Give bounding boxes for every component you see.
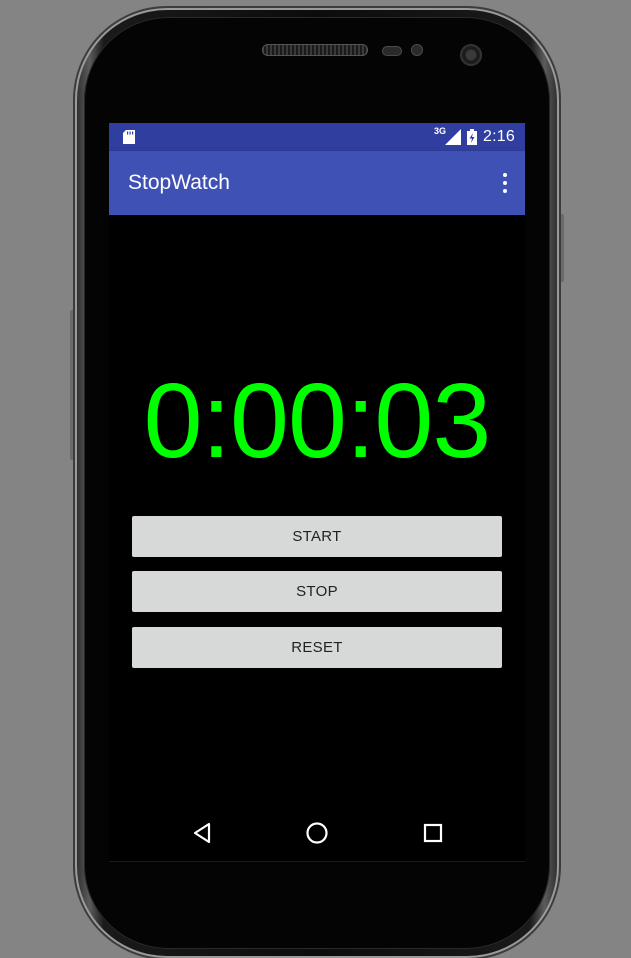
overflow-menu-icon[interactable] (499, 171, 511, 195)
overflow-dot (503, 181, 507, 185)
home-button[interactable] (302, 818, 332, 848)
light-sensor (411, 44, 423, 56)
home-icon (306, 822, 328, 844)
earpiece-speaker (262, 44, 368, 56)
navigation-bar (109, 806, 525, 860)
back-button[interactable] (187, 818, 217, 848)
device-screen: 3G 2:16 StopWatch 0:00:03 START STOP RES… (109, 123, 525, 862)
recents-button[interactable] (418, 818, 448, 848)
stop-button[interactable]: STOP (132, 571, 502, 612)
signal-icon (445, 129, 462, 145)
back-icon (193, 822, 211, 844)
reset-button[interactable]: RESET (132, 627, 502, 668)
battery-icon (467, 129, 478, 145)
stopwatch-display: 0:00:03 (143, 362, 492, 480)
status-bar: 3G 2:16 (109, 123, 525, 151)
proximity-sensor (382, 46, 402, 56)
app-title: StopWatch (128, 171, 230, 194)
start-button[interactable]: START (132, 516, 502, 557)
app-toolbar: StopWatch (109, 151, 525, 215)
overflow-dot (503, 173, 507, 177)
sd-card-icon (123, 130, 135, 144)
recents-icon (423, 823, 443, 843)
front-camera (460, 44, 482, 66)
overflow-dot (503, 189, 507, 193)
status-icons: 2:16 (445, 123, 515, 151)
status-clock: 2:16 (483, 128, 515, 145)
